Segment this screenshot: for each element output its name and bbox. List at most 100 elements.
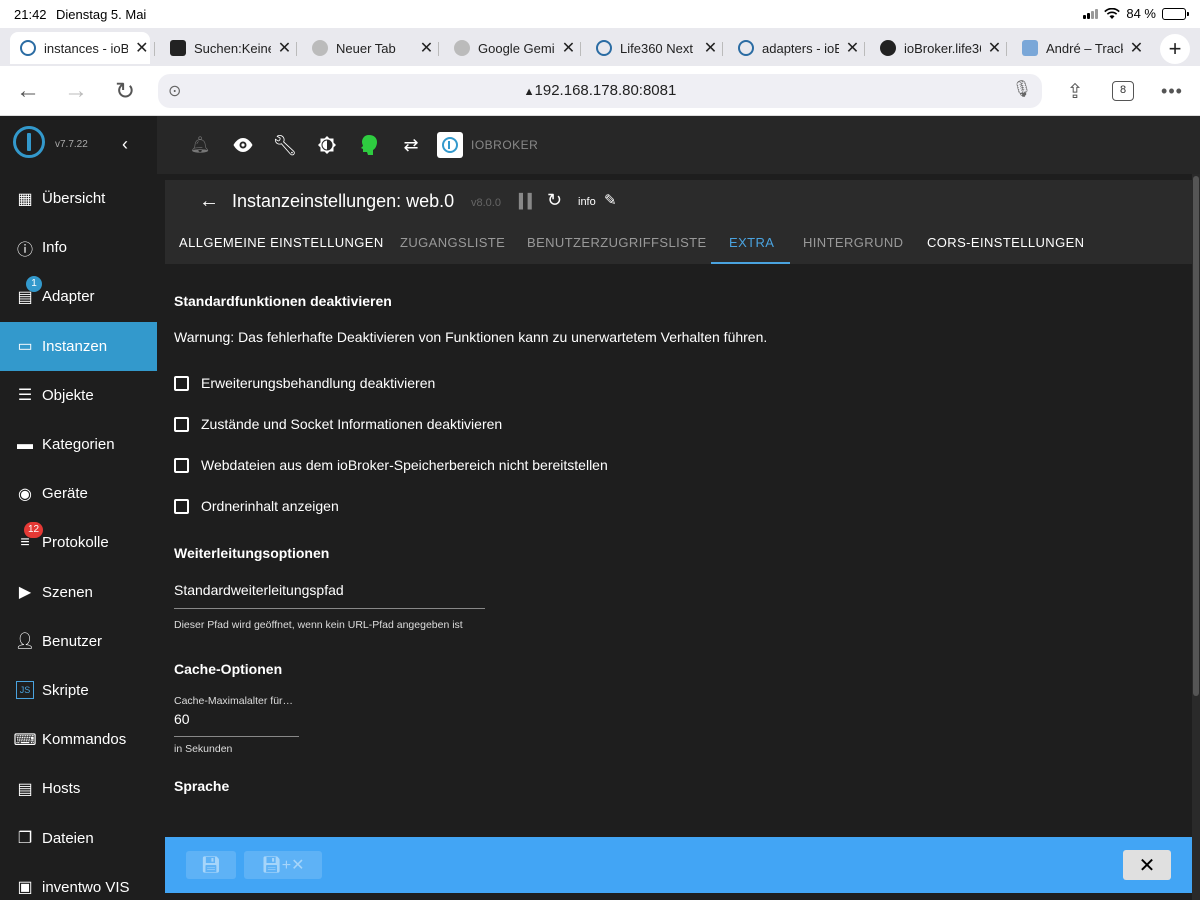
sidebar-item-geräte[interactable]: ◉ Geräte [0,469,157,518]
sidebar-item-benutzer[interactable]: 👤︎ Benutzer [0,617,157,666]
section-language-heading: Sprache [174,778,230,794]
close-tab-icon[interactable]: ✕ [703,38,718,58]
browser-tab-title: Neuer Tab [336,40,396,56]
sidebar-item-skripte[interactable]: JS Skripte [0,666,157,715]
tab-count-button[interactable]: 8 [1112,81,1134,101]
close-tab-icon[interactable]: ✕ [419,38,434,58]
browser-tab[interactable]: Google Gemini ✕ [444,32,576,64]
scrollbar-thumb[interactable] [1193,176,1199,696]
back-arrow-icon[interactable]: ← [199,190,219,213]
tab-allgemeine-einstellungen[interactable]: ALLGEMEINE EINSTELLUNGEN [179,235,384,250]
wrench-icon[interactable]: 🔧︎ [272,132,298,158]
close-tab-icon[interactable]: ✕ [277,38,292,58]
sidebar-item-kategorien[interactable]: ▬ Kategorien [0,420,157,469]
sidebar-item-instanzen[interactable]: ▭ Instanzen [0,321,157,371]
reload-icon[interactable]: ↻ [110,76,140,106]
save-close-icon: 💾︎+✕ [261,857,305,874]
browser-tab[interactable]: André – Tracking ✕ [1012,32,1144,64]
sidebar-item-label: Benutzer [42,632,103,650]
collapse-chevron-icon[interactable]: ‹ [122,134,128,155]
browser-tab-title: ioBroker.life360 [904,40,981,56]
browser-tab[interactable]: Neuer Tab ✕ [302,32,434,64]
edit-pencil-icon[interactable]: ✎ [604,191,617,209]
wifi-icon [1104,7,1121,19]
browser-tab-title: André – Tracking [1046,40,1123,56]
cache-helper-text: in Sekunden [174,743,233,755]
back-arrow-icon[interactable]: ← [13,76,43,106]
sidebar-item-label: Info [42,239,68,257]
browser-tab[interactable]: instances - ioBroker ✕ [10,32,150,64]
sidebar-item-inventwo-vis[interactable]: ▣ inventwo VIS [0,863,157,900]
checkbox-label[interactable]: Ordnerinhalt anzeigen [201,498,339,514]
sidebar-item-szenen[interactable]: ▶ Szenen [0,568,157,617]
tab-zugangsliste[interactable]: ZUGANGSLISTE [400,235,505,250]
sidebar-item-adapter[interactable]: ▤ Adapter 1 [0,272,157,321]
checkbox-label[interactable]: Erweiterungsbehandlung deaktivieren [201,375,435,391]
address-bar[interactable]: ⊙ ▲192.168.178.80:8081 🎙 [158,74,1042,108]
browser-tab[interactable]: adapters - ioBroker ✕ [728,32,860,64]
close-tab-icon[interactable]: ✕ [987,38,1002,58]
close-icon: ✕ [1138,854,1156,877]
microphone-icon[interactable]: 🎙 [1012,79,1032,99]
close-button[interactable]: ✕ [1123,850,1171,880]
url-value: 192.168.178.80:8081 [534,82,677,99]
sidebar-item-dateien[interactable]: ❐ Dateien [0,813,157,862]
close-tab-icon[interactable]: ✕ [561,38,576,58]
save-and-close-button[interactable]: 💾︎+✕ [244,851,322,879]
footer-action-bar: 💾︎ 💾︎+✕ ✕ [165,837,1192,893]
reload-instance-icon[interactable]: ↻ [547,190,562,211]
section-disable-heading: Standardfunktionen deaktivieren [174,293,392,309]
browser-tab[interactable]: ioBroker.life360 ✕ [870,32,1002,64]
sidebar-item-hosts[interactable]: ▤ Hosts [0,764,157,813]
checkbox-label[interactable]: Zustände und Socket Informationen deakti… [201,416,502,432]
warning-text: Warnung: Das fehlerhafte Deaktivieren vo… [174,329,768,345]
more-icon[interactable]: ••• [1157,76,1187,106]
scrollbar[interactable] [1192,174,1200,900]
tab-benutzerzugriffsliste[interactable]: BENUTZERZUGRIFFSLISTE [527,235,707,250]
browser-toolbar: ← → ↻ ⊙ ▲192.168.178.80:8081 🎙 ⇪ 8 ••• [0,66,1200,116]
checkbox[interactable] [174,499,189,514]
browser-tab[interactable]: Suchen:Keine ✕ [160,32,292,64]
checkbox[interactable] [174,417,189,432]
battery-percent: 84 % [1126,6,1156,21]
pause-icon[interactable]: ▍▍ [519,193,538,210]
terminal-icon: ⌨ [13,731,37,749]
sidebar-item-label: Hosts [42,780,81,798]
status-bar: 21:42 Dienstag 5. Mai 84 % [0,0,1200,28]
sidebar-item-kommandos[interactable]: ⌨ Kommandos [0,715,157,764]
cache-max-age-input[interactable]: 60 [174,709,299,737]
sidebar-item-übersicht[interactable]: ▦ Übersicht [0,174,157,223]
tab-hintergrund[interactable]: HINTERGRUND [803,235,903,250]
redirect-path-field[interactable]: Standardweiterleitungspfad [174,582,485,609]
tab-extra[interactable]: EXTRA [729,235,774,250]
sidebar-item-protokolle[interactable]: ≡ Protokolle 12 [0,518,157,567]
tab-cors-einstellungen[interactable]: CORS-EINSTELLUNGEN [927,235,1084,250]
close-tab-icon[interactable]: ✕ [845,38,860,58]
checkbox-label[interactable]: Webdateien aus dem ioBroker-Speicherbere… [201,457,608,473]
sync-icon[interactable]: ⇄ [398,132,424,158]
share-icon[interactable]: ⇪ [1060,76,1090,106]
tab-separator [438,42,439,56]
expert-mode-icon[interactable] [356,132,382,158]
checkbox[interactable] [174,376,189,391]
tab-separator [154,42,155,56]
sidebar-item-label: Protokolle [42,534,109,552]
sidebar-item-info[interactable]: ⓘ Info [0,223,157,272]
close-tab-icon[interactable]: ✕ [1129,38,1144,58]
close-tab-icon[interactable]: ✕ [134,38,150,58]
app-toolbar: 🔔︎ 🔧︎ ⇄ IOBROKER [157,116,1200,174]
browser-tab-bar: instances - ioBroker✕ Suchen:Keine✕ Neuer … [0,28,1200,66]
globe-icon [312,40,328,56]
checkbox[interactable] [174,458,189,473]
theme-icon[interactable] [314,132,340,158]
forward-arrow-icon[interactable]: → [61,76,91,106]
browser-tab[interactable]: Life360 Next ✕ [586,32,718,64]
eye-icon[interactable] [230,132,256,158]
bell-icon[interactable]: 🔔︎ [187,132,213,158]
sidebar-item-objekte[interactable]: ☰ Objekte [0,371,157,420]
save-button[interactable]: 💾︎ [186,851,236,879]
new-tab-button[interactable]: + [1160,34,1190,64]
list-icon: ☰ [17,387,33,405]
sidebar-item-label: Szenen [42,583,93,601]
panel-header: ← Instanzeinstellungen: web.0 v8.0.0 ▍▍ … [165,180,1192,264]
